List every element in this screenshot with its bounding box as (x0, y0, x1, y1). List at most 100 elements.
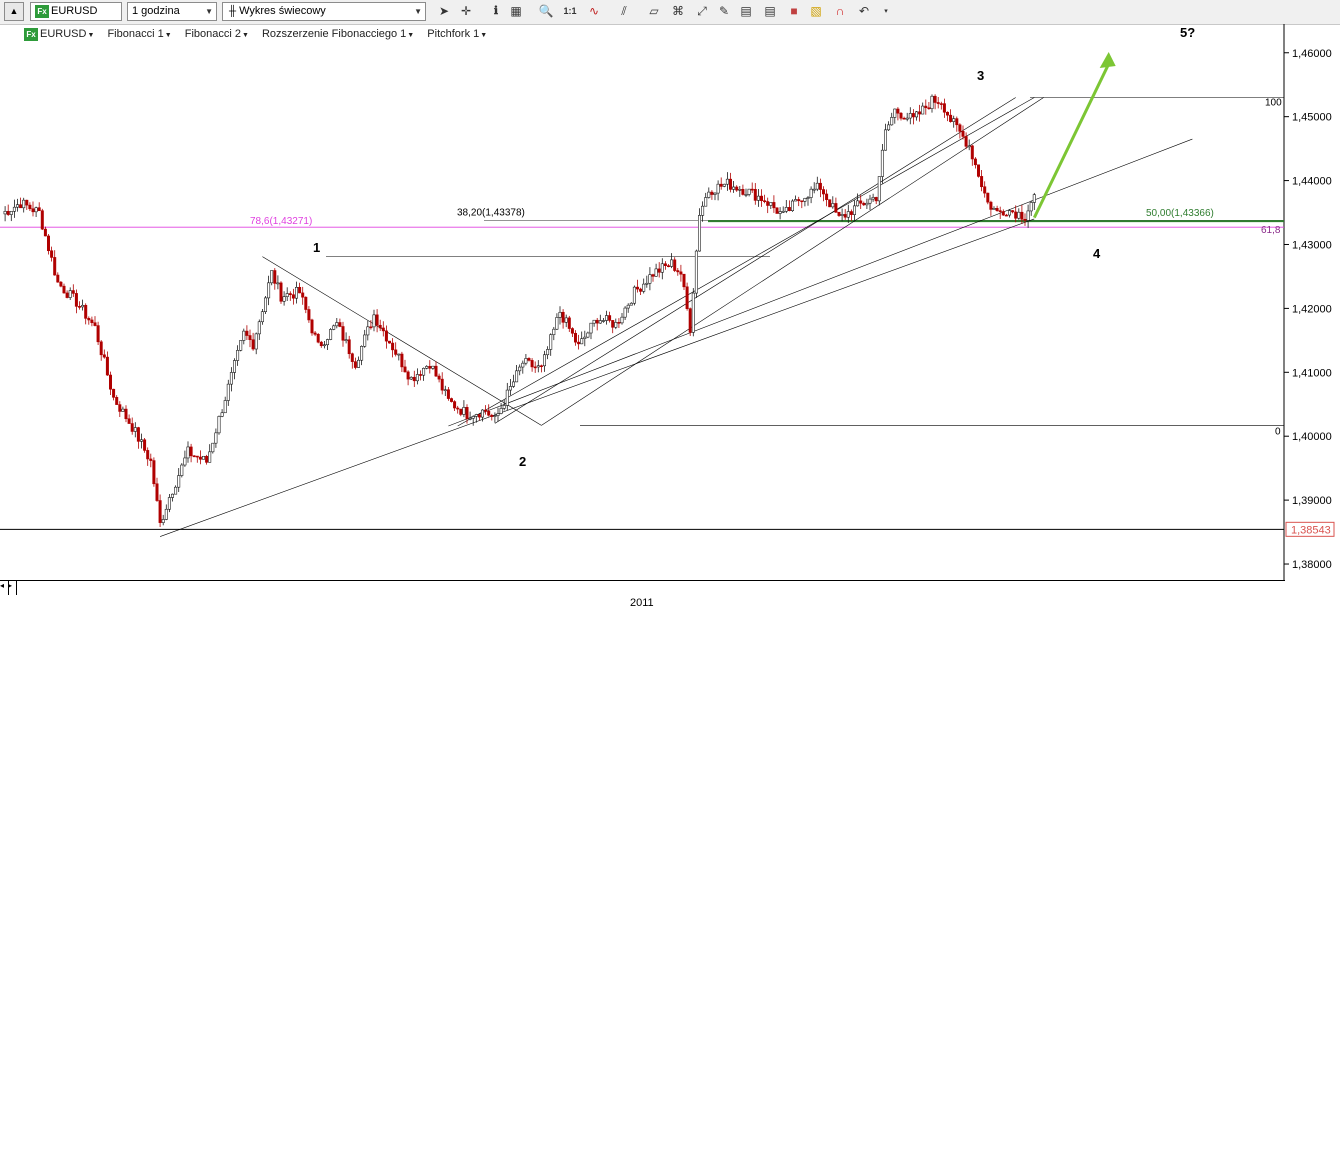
candle-body (744, 194, 748, 196)
symbol-select[interactable]: Fx EURUSD (30, 2, 122, 21)
candle-body (1023, 218, 1027, 221)
candle-body (496, 413, 500, 416)
candle-body (282, 296, 286, 302)
candle-body (480, 409, 484, 418)
candle-body (22, 199, 26, 209)
candle-body (908, 113, 912, 119)
candle-body (418, 374, 422, 376)
info-icon[interactable]: ℹ (488, 3, 504, 20)
candle-body (577, 341, 581, 345)
candle-body (350, 353, 354, 362)
candle-body (676, 270, 680, 273)
candle-body (645, 282, 649, 285)
cursor-icon[interactable]: ➤ (436, 3, 452, 20)
candle-body (183, 457, 187, 466)
color-icon[interactable]: ■ (786, 3, 802, 20)
candle-body (484, 409, 488, 412)
candle-body (772, 202, 776, 209)
candle-body (775, 207, 779, 214)
scroll-track[interactable] (1112, 1161, 1285, 1175)
candle-body (338, 322, 342, 327)
alert-icon[interactable]: ▧ (808, 3, 824, 20)
candle-body (747, 188, 751, 195)
candle-body (90, 319, 94, 324)
candle-body (856, 200, 860, 207)
candle-body (208, 451, 212, 463)
candle-body (84, 304, 88, 319)
grid-icon[interactable]: ▦ (508, 3, 524, 20)
candle-body (329, 329, 333, 340)
brush-icon[interactable]: ✎ (716, 3, 732, 20)
indicators-icon[interactable]: ∿ (586, 3, 602, 20)
collapse-up-icon[interactable]: ▲ (4, 2, 24, 21)
candle-body (298, 287, 302, 294)
candle-body (202, 455, 206, 460)
scrollbar[interactable]: ◂ ▸ (0, 580, 1285, 596)
trendline-icon[interactable]: ⫽ (616, 3, 632, 20)
candle-body (546, 349, 550, 356)
fib-38-2-label: 38,20(1,43378) (457, 207, 525, 218)
candle-body (415, 374, 419, 382)
candle-body (149, 458, 153, 461)
candle-body (301, 292, 305, 298)
channel-icon[interactable]: ▱ (646, 3, 662, 20)
candle-body (933, 95, 937, 103)
candle-body (524, 358, 528, 364)
candle-body (164, 508, 168, 520)
undo-icon[interactable]: ↶ (856, 3, 872, 20)
candle-body (809, 188, 813, 198)
candle-body (59, 281, 63, 287)
candle-body (96, 325, 100, 343)
candle-body (716, 183, 720, 194)
candle-body (363, 334, 367, 347)
candle-body (992, 208, 996, 210)
candle-body (521, 362, 525, 368)
candle-body (307, 309, 311, 321)
candle-body (660, 263, 664, 273)
one-to-one-icon[interactable]: 1:1 (562, 3, 578, 20)
candle-body (586, 332, 590, 338)
scroll-right-icon[interactable]: ▸ (8, 581, 17, 595)
candle-body (81, 304, 85, 308)
candle-body (911, 113, 915, 118)
candle-body (604, 315, 608, 321)
candle-body (880, 149, 884, 177)
magnet-icon[interactable]: ∩ (832, 3, 848, 20)
chart-type-select[interactable]: ╫ Wykres świecowy ▼ (222, 2, 426, 21)
candle-body (487, 411, 491, 416)
candle-body (344, 339, 348, 342)
candle-body (812, 188, 816, 191)
save-template-icon[interactable]: ▤ (738, 3, 754, 20)
candle-body (570, 328, 574, 334)
candle-body (291, 294, 295, 299)
candle-body (341, 326, 345, 341)
candle-body (102, 354, 106, 358)
candle-body (890, 117, 894, 126)
candle-body (356, 359, 360, 368)
trend-line (262, 256, 542, 426)
candle-body (143, 439, 147, 451)
candle-body (840, 214, 844, 216)
interval-select[interactable]: 1 godzina ▼ (127, 2, 217, 21)
drawing-tools-icon[interactable]: ⤢ (694, 3, 710, 20)
candle-body (267, 282, 271, 299)
candle-body (195, 455, 199, 458)
zoom-icon[interactable]: 🔍 (538, 3, 554, 20)
candle-body (942, 103, 946, 113)
fibonacci-icon[interactable]: ⌘ (670, 3, 686, 20)
price-chart[interactable]: 1,38000 1,39000 1,40000 1,41000 1,42000 1,430… (0, 24, 1340, 580)
candle-body (25, 199, 29, 206)
crosshair-icon[interactable]: ✛ (458, 3, 474, 20)
candle-body (397, 353, 401, 356)
template-icon[interactable]: ▤ (762, 3, 778, 20)
current-price-label: 1,38543 (1291, 524, 1331, 536)
candle-body (564, 317, 568, 323)
more-icon[interactable]: ▾ (878, 3, 894, 20)
candle-body (347, 339, 351, 355)
price-axis-label: 1,44000 (1292, 176, 1332, 188)
candle-body (171, 493, 175, 498)
candle-body (511, 381, 515, 387)
candle-body (539, 365, 543, 368)
wave-label-4: 4 (1093, 246, 1101, 261)
candle-body (787, 207, 791, 211)
